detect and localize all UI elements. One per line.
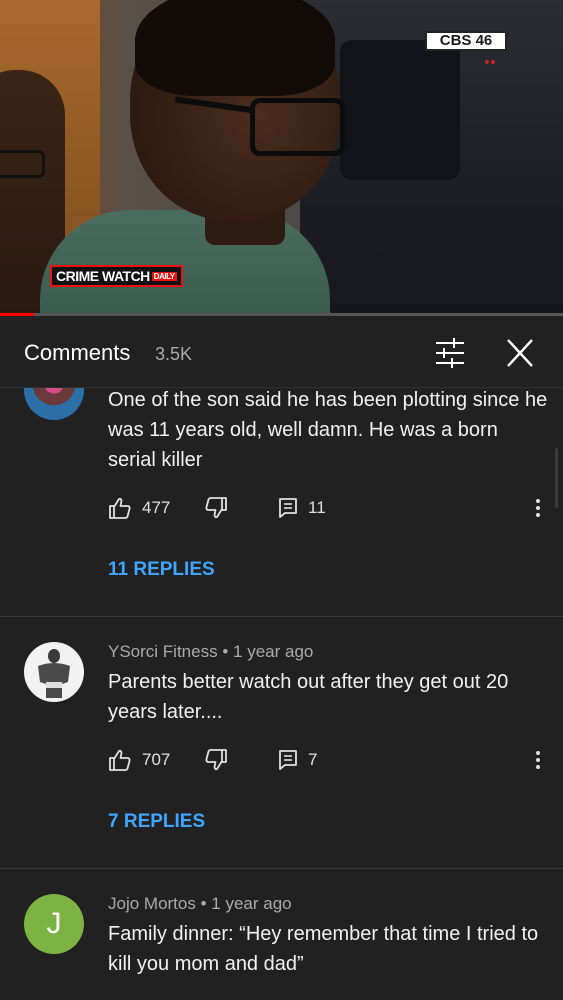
show-badge-label: CRIME WATCH: [56, 268, 150, 284]
dislike-button[interactable]: [204, 493, 238, 523]
reply-count: 11: [308, 498, 326, 517]
dislike-button[interactable]: [204, 745, 238, 775]
comment-text: Parents better watch out after they get …: [108, 671, 509, 723]
show-badge: CRIME WATCH DAILY: [50, 265, 183, 287]
reply-button[interactable]: 11: [278, 493, 326, 523]
thumbs-down-icon: [205, 749, 227, 771]
comment-meta: YSorci Fitness • 1 year ago: [108, 642, 313, 662]
thumbs-down-icon: [205, 497, 227, 519]
comment-time: 1 year ago: [233, 642, 314, 661]
comment-item: J Jojo Mortos • 1 year ago Family dinner…: [0, 869, 563, 1000]
comments-count: 3.5K: [155, 344, 193, 364]
more-options-button[interactable]: [523, 493, 553, 523]
more-options-button[interactable]: [523, 745, 553, 775]
video-subject-glasses: [250, 98, 345, 156]
comment-icon: [279, 498, 297, 518]
comment-actions: 707 7: [108, 745, 548, 775]
sort-button[interactable]: [430, 334, 470, 372]
comment-author[interactable]: YSorci Fitness: [108, 642, 218, 661]
close-comments-button[interactable]: [500, 334, 540, 372]
close-icon: [507, 339, 533, 367]
thumbs-up-icon: [109, 497, 131, 519]
more-vert-icon: [536, 499, 540, 517]
meta-separator: •: [200, 894, 207, 913]
comment-item: YSorci Fitness • 1 year ago Parents bett…: [0, 617, 563, 869]
comment-text: Family dinner: “Hey remember that time I…: [108, 923, 539, 975]
video-subject-body: [40, 210, 330, 316]
comments-title: Comments: [24, 340, 131, 365]
view-replies-link[interactable]: 7 REPLIES: [108, 811, 205, 833]
like-count: 707: [142, 750, 171, 769]
like-count: 477: [142, 498, 171, 517]
comment-time: 1 year ago: [211, 894, 292, 913]
video-officer-gear: [340, 40, 460, 180]
thumbs-up-icon: [109, 749, 131, 771]
avatar-letter: J: [46, 907, 62, 940]
avatar[interactable]: J: [24, 894, 84, 954]
video-subject-hair: [135, 0, 335, 96]
like-button[interactable]: 477: [108, 493, 170, 523]
avatar[interactable]: [24, 642, 84, 702]
more-vert-icon: [536, 751, 540, 769]
view-replies-link[interactable]: 11 REPLIES: [108, 559, 215, 581]
show-badge-sub: DAILY: [151, 272, 177, 282]
network-badge-dots: [485, 51, 505, 64]
sliders-icon: [436, 338, 464, 368]
avatar[interactable]: [24, 388, 84, 420]
like-button[interactable]: 707: [108, 745, 170, 775]
comment-item: One of the son said he has been plotting…: [0, 388, 563, 617]
comments-header: Comments 3.5K: [0, 316, 563, 388]
comment-actions: 477 11: [108, 493, 548, 523]
video-player[interactable]: CBS 46 CRIME WATCH DAILY: [0, 0, 563, 316]
comment-meta: Jojo Mortos • 1 year ago: [108, 894, 292, 914]
video-left-glasses: [0, 150, 45, 178]
reply-button[interactable]: 7: [278, 745, 317, 775]
meta-separator: •: [222, 642, 229, 661]
comment-icon: [279, 750, 297, 770]
network-badge: CBS 46: [425, 31, 507, 51]
reply-count: 7: [308, 750, 318, 769]
comment-author[interactable]: Jojo Mortos: [108, 894, 196, 913]
avatar-photo: [38, 649, 70, 698]
comment-text: One of the son said he has been plotting…: [108, 389, 548, 471]
comments-list[interactable]: One of the son said he has been plotting…: [0, 388, 563, 1000]
